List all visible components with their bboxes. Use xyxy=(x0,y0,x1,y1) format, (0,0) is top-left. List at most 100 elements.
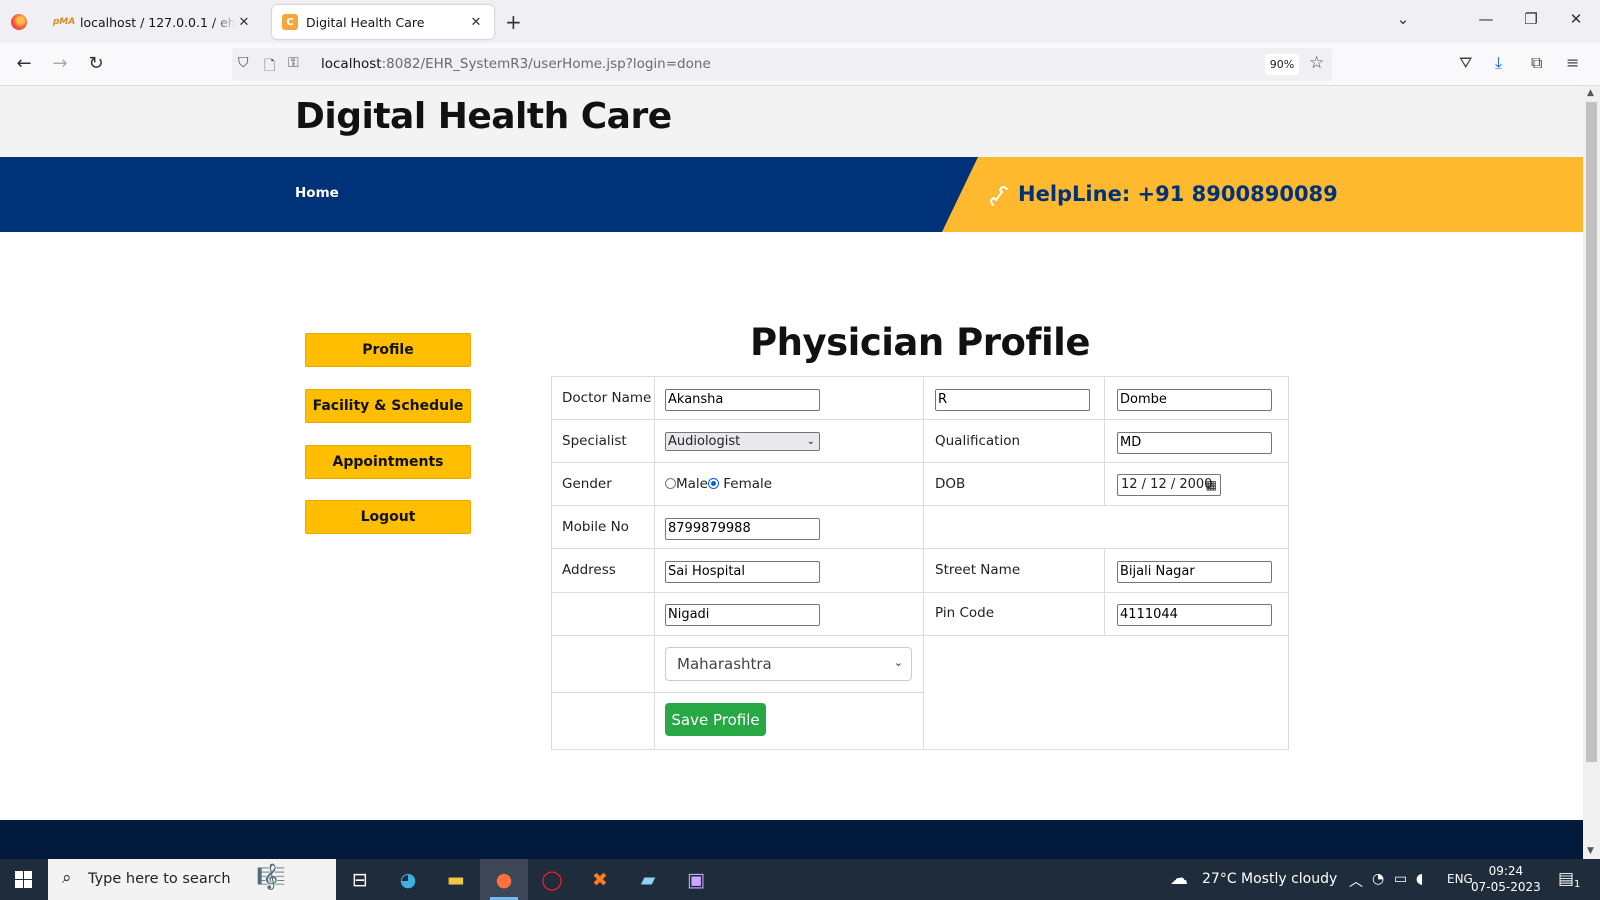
sidebar-facility-schedule-button[interactable]: Facility & Schedule xyxy=(305,389,471,423)
city-input[interactable]: Nigadi xyxy=(665,604,820,626)
nav-home-link[interactable]: Home xyxy=(295,185,339,201)
close-window-button[interactable]: ✕ xyxy=(1566,10,1586,28)
gender-female-label[interactable]: Female xyxy=(723,476,772,492)
reload-icon[interactable]: ↻ xyxy=(85,53,107,74)
shield-icon[interactable]: ⛉ xyxy=(238,55,249,71)
weather-cloud-icon[interactable]: ☁ xyxy=(1170,868,1188,889)
row-divider xyxy=(552,635,1288,636)
gender-female-radio[interactable] xyxy=(707,478,719,489)
bookmark-star-icon[interactable]: ☆ xyxy=(1309,53,1324,73)
gender-radio-group: Male Female xyxy=(665,476,772,492)
weather-text[interactable]: 27°C Mostly cloudy xyxy=(1202,871,1337,887)
dob-value: 12 / 12 / 2000 xyxy=(1121,477,1213,492)
edge-icon[interactable]: ◕ xyxy=(384,859,432,900)
specialist-value: Audiologist xyxy=(668,434,741,449)
notepad-icon[interactable]: ▰ xyxy=(624,859,672,900)
wifi-icon[interactable]: ◔ xyxy=(1372,871,1384,887)
site-footer xyxy=(0,820,1583,859)
opera-icon[interactable]: ◯ xyxy=(528,859,576,900)
dob-date-input[interactable]: 12 / 12 / 2000 ▦ xyxy=(1117,474,1221,496)
gender-male-label[interactable]: Male xyxy=(676,476,708,492)
last-name-input[interactable]: Dombe xyxy=(1117,389,1272,411)
address-bar[interactable]: ⛉ 🗋 ⚿ localhost:8082/EHR_SystemR3/userHo… xyxy=(232,48,1332,81)
hamburger-menu-icon[interactable]: ≡ xyxy=(1566,53,1579,72)
firefox-menu-icon[interactable] xyxy=(11,14,27,30)
minimize-button[interactable]: — xyxy=(1476,10,1496,28)
scroll-down-arrow-icon[interactable]: ▼ xyxy=(1587,846,1594,856)
new-tab-button[interactable]: + xyxy=(505,10,522,34)
notification-count: 1 xyxy=(1574,879,1581,890)
specialist-select[interactable]: Audiologist ⌄ xyxy=(665,432,820,451)
gender-label: Gender xyxy=(562,476,612,492)
language-indicator[interactable]: ENG xyxy=(1447,872,1473,886)
file-explorer-icon[interactable]: ▬ xyxy=(432,859,480,900)
task-view-icon[interactable]: ⊟ xyxy=(336,859,384,900)
address-label: Address xyxy=(562,562,616,578)
middle-name-input[interactable]: R xyxy=(935,389,1090,411)
xampp-icon[interactable]: ✖ xyxy=(576,859,624,900)
firefox-icon[interactable]: ● xyxy=(480,859,528,900)
clock-date: 07-05-2023 xyxy=(1471,880,1541,894)
volume-icon[interactable]: ◖ xyxy=(1416,871,1423,887)
scroll-up-arrow-icon[interactable]: ▲ xyxy=(1587,88,1594,98)
sidebar-logout-button[interactable]: Logout xyxy=(305,500,471,534)
sidebar-appointments-button[interactable]: Appointments xyxy=(305,445,471,479)
helpline-banner: HelpLine: +91 8900890089 xyxy=(942,157,1583,232)
url-host: localhost xyxy=(321,56,382,72)
taskbar-clock[interactable]: 09:24 07-05-2023 xyxy=(1471,863,1541,895)
sidebar-profile-button[interactable]: Profile xyxy=(305,333,471,367)
address-input[interactable]: Sai Hospital xyxy=(665,561,820,583)
app-icon[interactable]: ▣ xyxy=(672,859,720,900)
qualification-input[interactable]: MD xyxy=(1117,432,1272,454)
close-tab-icon[interactable]: ✕ xyxy=(468,15,484,30)
phpmyadmin-icon: pMA xyxy=(52,17,76,27)
restore-button[interactable]: ❐ xyxy=(1521,10,1541,28)
page-icon[interactable]: 🗋 xyxy=(264,55,275,79)
url-path: :8082/EHR_SystemR3/userHome.jsp?login=do… xyxy=(381,56,711,72)
main-nav-bar: Home HelpLine: +91 8900890089 xyxy=(0,157,1583,232)
dob-label: DOB xyxy=(935,476,966,492)
gender-male-radio[interactable] xyxy=(665,478,676,489)
row-divider xyxy=(552,548,1288,549)
tab-phpmyadmin[interactable]: pMA localhost / 127.0.0.1 / ehr_system ✕ xyxy=(46,5,262,39)
col-divider xyxy=(1104,548,1105,635)
row-divider xyxy=(552,462,1288,463)
row-divider xyxy=(552,505,1288,506)
battery-icon[interactable]: ▭ xyxy=(1394,871,1407,887)
tray-chevron-up-icon[interactable]: ︿ xyxy=(1349,871,1363,891)
scrollbar-thumb[interactable] xyxy=(1586,102,1597,762)
first-name-input[interactable]: Akansha xyxy=(665,389,820,411)
search-placeholder: Type here to search xyxy=(88,871,231,887)
back-arrow-icon[interactable]: ← xyxy=(13,53,35,74)
street-name-input[interactable]: Bijali Nagar xyxy=(1117,561,1272,583)
mobile-input[interactable]: 8799879988 xyxy=(665,518,820,540)
forward-arrow-icon[interactable]: → xyxy=(49,53,71,74)
calendar-icon[interactable]: ▦ xyxy=(1206,477,1217,493)
tab-digital-health-care[interactable]: C Digital Health Care ✕ xyxy=(272,5,494,39)
doctor-name-label: Doctor Name xyxy=(562,390,652,406)
key-icon[interactable]: ⚿ xyxy=(288,55,299,71)
taskbar-search-box[interactable]: ⌕ Type here to search 🎼 xyxy=(48,859,336,900)
row-divider xyxy=(552,692,923,693)
pocket-icon[interactable]: ⛛ xyxy=(1459,53,1472,73)
url-text[interactable]: localhost:8082/EHR_SystemR3/userHome.jsp… xyxy=(321,56,711,72)
extensions-icon[interactable]: ⧉ xyxy=(1531,53,1542,73)
site-c-icon: C xyxy=(282,14,298,30)
list-tabs-chevron-icon[interactable]: ⌄ xyxy=(1393,10,1413,28)
save-profile-button[interactable]: Save Profile xyxy=(665,703,766,736)
mobile-label: Mobile No xyxy=(562,519,629,535)
page-scrollbar[interactable]: ▲ ▼ xyxy=(1583,86,1600,859)
zoom-level[interactable]: 90% xyxy=(1265,54,1299,75)
state-select[interactable]: Maharashtra ⌄ xyxy=(665,647,912,681)
notification-icon[interactable]: ▤ xyxy=(1558,869,1574,889)
specialist-label: Specialist xyxy=(562,433,627,449)
street-name-label: Street Name xyxy=(935,562,1021,578)
pin-code-input[interactable]: 4111044 xyxy=(1117,604,1272,626)
row-divider xyxy=(552,592,1288,593)
state-value: Maharashtra xyxy=(677,655,772,673)
col-divider xyxy=(1104,377,1105,505)
close-tab-icon[interactable]: ✕ xyxy=(236,15,252,30)
windows-start-icon[interactable] xyxy=(15,871,32,888)
download-icon[interactable]: ⤓ xyxy=(1495,53,1502,73)
tab-title: localhost / 127.0.0.1 / ehr_system xyxy=(80,14,236,30)
